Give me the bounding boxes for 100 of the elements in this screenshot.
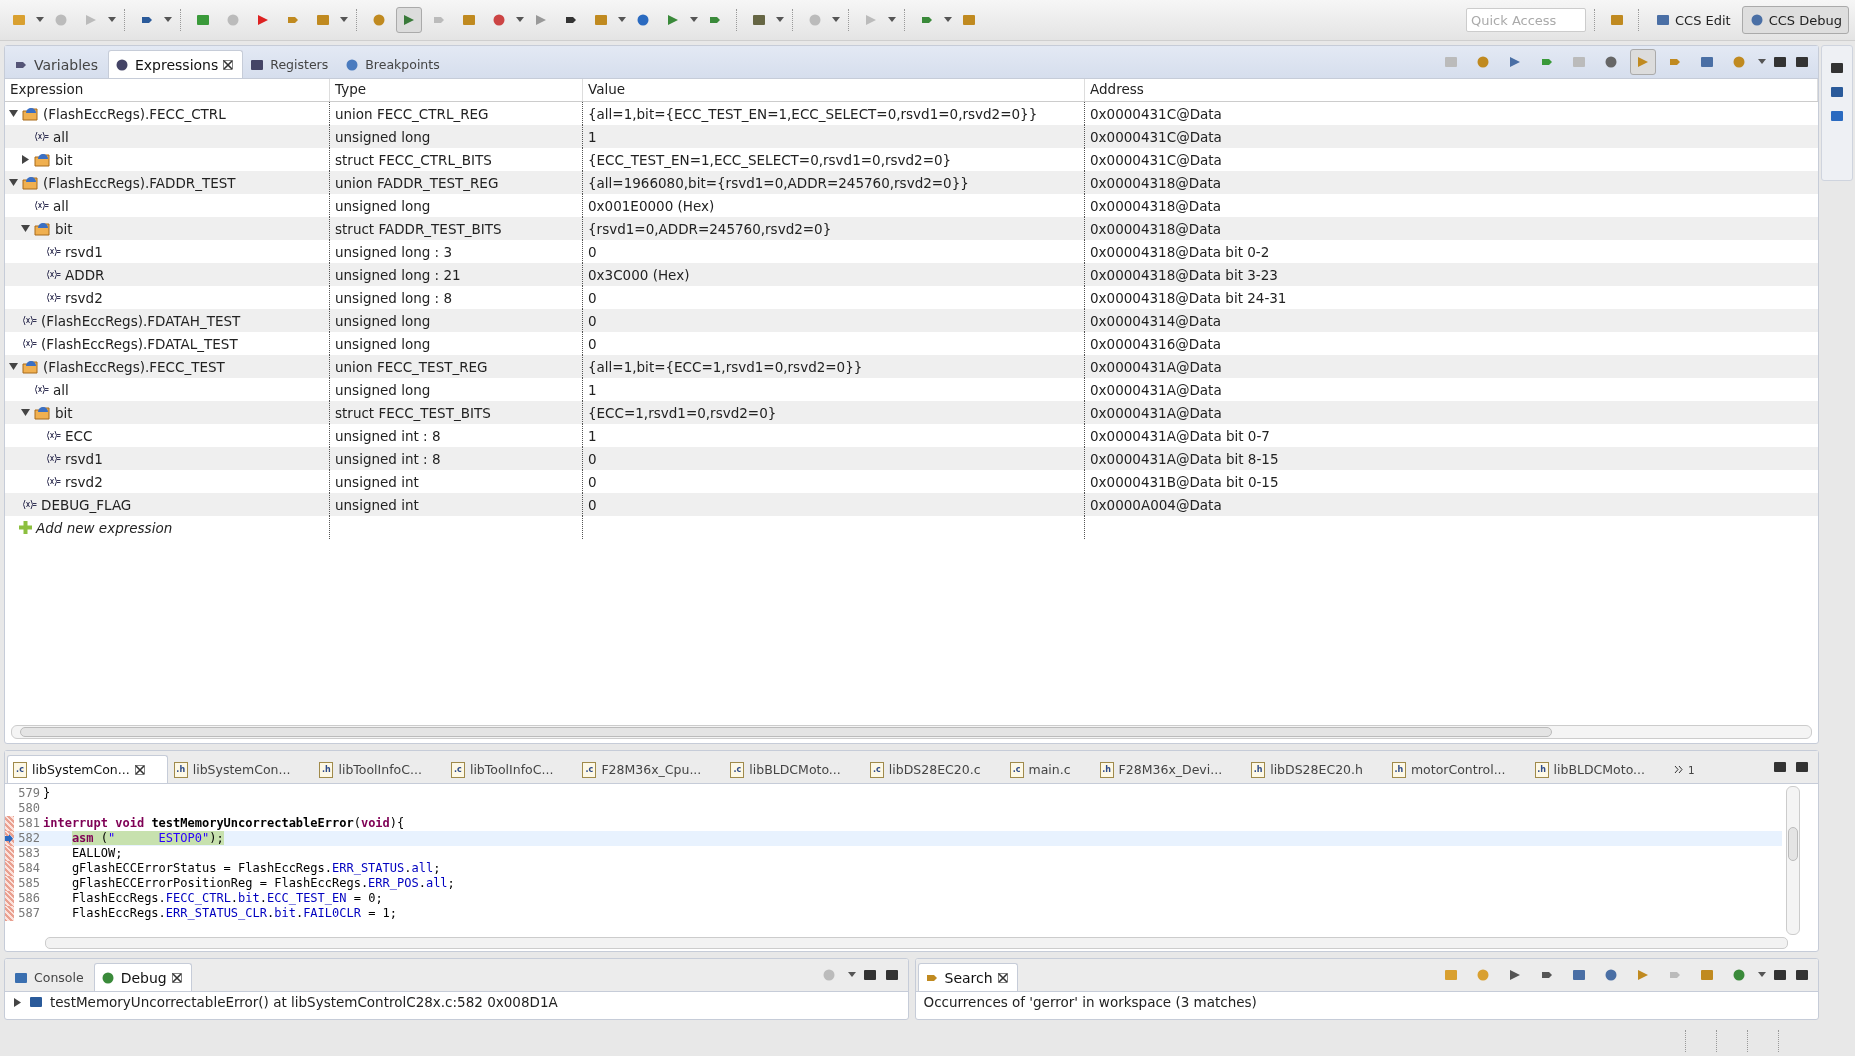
collapse-arrow-icon[interactable] bbox=[21, 224, 30, 233]
view-tab[interactable]: Expressions bbox=[108, 50, 244, 78]
editor-tab[interactable]: .h libSystemCon... bbox=[167, 755, 314, 783]
table-row[interactable]: ADDR unsigned long : 21 0x3C000 (Hex) 0x00004318@Data bit 3-23 bbox=[5, 263, 1818, 286]
table-row[interactable]: rsvd1 unsigned int : 8 0 0x0000431A@Data bit 8-15 bbox=[5, 447, 1818, 470]
close-icon[interactable] bbox=[223, 59, 234, 70]
collapse-arrow-icon[interactable] bbox=[9, 362, 18, 371]
variable-icon bbox=[46, 453, 61, 464]
table-row[interactable]: bit struct FECC_TEST_BITS {ECC=1,rsvd1=0,rsvd2=0} 0x0000431A@Data bbox=[5, 401, 1818, 424]
expression-name: rsvd1 bbox=[65, 243, 103, 260]
line-number: 579 bbox=[17, 786, 41, 801]
column-header[interactable]: Type bbox=[330, 79, 583, 101]
caret-icon[interactable] bbox=[164, 17, 172, 23]
view-tab[interactable]: Search bbox=[917, 963, 1018, 991]
add-expression-label[interactable]: Add new expression bbox=[36, 519, 173, 536]
line-number: 581 bbox=[17, 816, 41, 831]
caret-icon[interactable] bbox=[776, 17, 784, 23]
close-icon[interactable] bbox=[134, 764, 145, 775]
perspective-icon bbox=[1655, 12, 1671, 28]
expression-name: rsvd1 bbox=[65, 450, 103, 467]
expression-name: all bbox=[53, 197, 69, 214]
table-cell-text: 0x0000431C@Data bbox=[1089, 104, 1223, 124]
table-cell-text: 0x00004314@Data bbox=[1089, 311, 1223, 331]
caret-icon[interactable] bbox=[832, 17, 840, 23]
caret-icon[interactable] bbox=[1758, 972, 1766, 978]
expression-name: all bbox=[53, 128, 69, 145]
editor-tab[interactable]: .c libToolInfoC... bbox=[444, 755, 577, 783]
collapse-arrow-icon[interactable] bbox=[9, 178, 18, 187]
column-header[interactable]: Address bbox=[1085, 79, 1818, 101]
toolbar-icon bbox=[195, 12, 211, 28]
view-tab[interactable]: Variables bbox=[7, 50, 108, 78]
editor-tab[interactable]: .h motorControl... bbox=[1385, 755, 1529, 783]
view-toolbar-icon bbox=[1571, 54, 1587, 70]
editor-tab[interactable]: .c libSystemCon... bbox=[7, 755, 168, 783]
table-cell-text: 0x0000431C@Data bbox=[1089, 127, 1223, 147]
file-icon: .h bbox=[1391, 761, 1406, 778]
column-header[interactable]: Expression bbox=[5, 79, 330, 101]
caret-icon[interactable] bbox=[944, 17, 952, 23]
collapse-arrow-icon[interactable] bbox=[21, 408, 30, 417]
code-line: gFlashECCErrorStatus = FlashEccRegs.ERR_STATUS.all; bbox=[70, 861, 441, 876]
more-tabs-button[interactable]: 1 bbox=[1668, 755, 1705, 783]
expand-arrow-icon[interactable] bbox=[21, 155, 30, 164]
variable-icon bbox=[46, 269, 61, 280]
expression-name: (FlashEccRegs).FDATAH_TEST bbox=[41, 312, 241, 329]
table-row[interactable]: (FlashEccRegs).FDATAH_TEST unsigned long 0 0x00004314@Data bbox=[5, 309, 1818, 332]
editor-tab[interactable]: .c main.c bbox=[1003, 755, 1094, 783]
table-row[interactable]: (FlashEccRegs).FECC_TEST union FECC_TEST_REG {all=1,bit={ECC=1,rsvd1=0,rsvd2=0}} 0x0000431A@Data bbox=[5, 355, 1818, 378]
caret-icon[interactable] bbox=[618, 17, 626, 23]
close-icon[interactable] bbox=[171, 972, 182, 983]
editor-tab[interactable]: .c libDS28EC20.c bbox=[863, 755, 1004, 783]
perspective-button[interactable]: CCS Edit bbox=[1648, 6, 1738, 34]
vertical-scrollbar[interactable] bbox=[1786, 786, 1800, 935]
caret-icon[interactable] bbox=[888, 17, 896, 23]
editor-tab[interactable]: .h libBLDCMoto... bbox=[1528, 755, 1669, 783]
editor-tab[interactable]: .h F28M36x_Devi... bbox=[1093, 755, 1246, 783]
caret-icon[interactable] bbox=[1758, 59, 1766, 65]
caret-icon[interactable] bbox=[108, 17, 116, 23]
horizontal-scrollbar[interactable] bbox=[45, 937, 1788, 949]
table-cell-text: 0x00004318@Data bbox=[1089, 219, 1223, 239]
perspective-button[interactable]: CCS Debug bbox=[1741, 6, 1849, 34]
editor-tab[interactable]: .c F28M36x_Cpu... bbox=[576, 755, 725, 783]
caret-icon[interactable] bbox=[340, 17, 348, 23]
close-icon[interactable] bbox=[997, 972, 1008, 983]
line-number: 580 bbox=[17, 801, 41, 816]
table-row[interactable]: DEBUG_FLAG unsigned int 0 0x0000A004@Data bbox=[5, 493, 1818, 516]
view-tab[interactable]: Debug bbox=[93, 963, 192, 991]
editor-tab[interactable]: .h libDS28EC20.h bbox=[1245, 755, 1386, 783]
file-icon: .c bbox=[13, 761, 27, 778]
toolbar-icon bbox=[371, 12, 387, 28]
variable-icon bbox=[46, 246, 61, 257]
caret-icon[interactable] bbox=[516, 17, 524, 23]
editor-tab[interactable]: .h libToolInfoC... bbox=[313, 755, 445, 783]
table-row[interactable]: all unsigned long 1 0x0000431C@Data bbox=[5, 125, 1818, 148]
view-tab[interactable]: Breakpoints bbox=[338, 50, 450, 78]
caret-icon[interactable] bbox=[690, 17, 698, 23]
toolbar-icon bbox=[461, 12, 477, 28]
toolbar-icon bbox=[491, 12, 507, 28]
view-tab[interactable]: Registers bbox=[243, 50, 339, 78]
collapse-arrow-icon[interactable] bbox=[9, 109, 18, 118]
expand-arrow-icon[interactable] bbox=[13, 997, 22, 1007]
code-line: FlashEccRegs.FECC_CTRL.bit.ECC_TEST_EN = 0; bbox=[70, 891, 383, 906]
column-header[interactable]: Value bbox=[583, 79, 1085, 101]
view-tab[interactable]: Console bbox=[7, 963, 94, 991]
add-expression-cell[interactable]: Add new expression bbox=[5, 516, 330, 539]
caret-icon[interactable] bbox=[847, 972, 856, 978]
caret-icon[interactable] bbox=[36, 17, 44, 23]
stack-frame[interactable]: testMemoryUncorrectableError() at libSystemControlC28x.c:582 0x008D1A bbox=[50, 994, 558, 1010]
table-cell-text: 0x00004318@Data bit 3-23 bbox=[1089, 265, 1279, 285]
table-row[interactable]: (FlashEccRegs).FADDR_TEST union FADDR_TEST_REG {all=1966080,bit={rsvd1=0,ADDR=245760,rsvd2=0}} 0x00004318@Data bbox=[5, 171, 1818, 194]
folder-icon bbox=[22, 359, 39, 374]
view-toolbar-icon bbox=[1603, 967, 1619, 983]
table-row[interactable]: bit struct FADDR_TEST_BITS {rsvd1=0,ADDR=245760,rsvd2=0} 0x00004318@Data bbox=[5, 217, 1818, 240]
editor-tab[interactable]: .c libBLDCMoto... bbox=[724, 755, 864, 783]
horizontal-scrollbar[interactable] bbox=[11, 725, 1812, 739]
table-cell-text: 0x0000431B@Data bit 0-15 bbox=[1089, 472, 1280, 492]
expression-name: bit bbox=[55, 220, 73, 237]
toolbar-icon bbox=[635, 12, 651, 28]
folder-icon bbox=[22, 106, 39, 121]
quick-access-field[interactable]: Quick Access bbox=[1466, 8, 1586, 32]
code-line: EALLOW; bbox=[70, 846, 123, 861]
